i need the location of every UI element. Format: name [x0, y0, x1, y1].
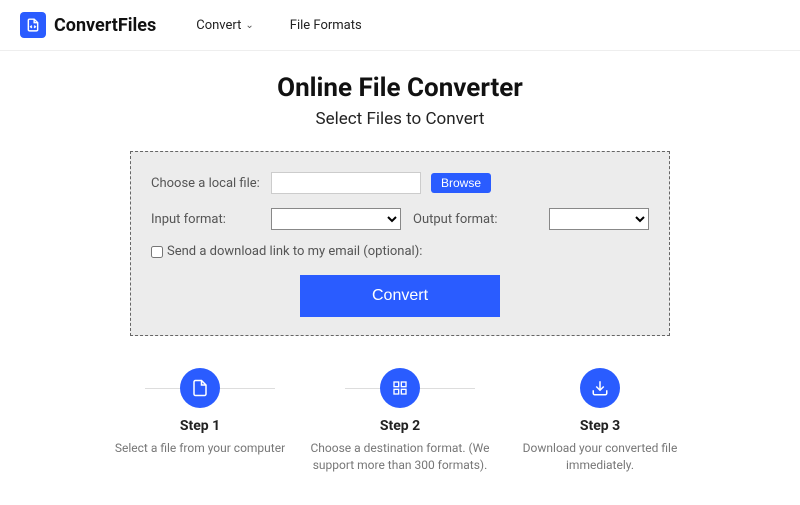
converter-form: Choose a local file: Browse Input format…	[130, 151, 670, 336]
email-row: Send a download link to my email (option…	[151, 244, 649, 259]
page-title: Online File Converter	[0, 73, 800, 103]
nav-formats-label: File Formats	[290, 18, 362, 33]
nav-file-formats[interactable]: File Formats	[290, 18, 362, 33]
browse-button[interactable]: Browse	[431, 173, 491, 193]
page-subtitle: Select Files to Convert	[0, 109, 800, 129]
email-checkbox[interactable]	[151, 246, 163, 258]
choose-file-label: Choose a local file:	[151, 176, 261, 191]
main-content: Online File Converter Select Files to Co…	[0, 51, 800, 474]
output-format-label: Output format:	[413, 212, 523, 227]
output-format-select[interactable]	[549, 208, 649, 230]
navbar: ConvertFiles Convert ⌄ File Formats	[0, 0, 800, 51]
nav-convert-label: Convert	[196, 18, 241, 33]
step-3-desc: Download your converted file immediately…	[510, 440, 690, 474]
convert-button[interactable]: Convert	[300, 275, 500, 317]
brand-name: ConvertFiles	[54, 15, 156, 36]
email-checkbox-label: Send a download link to my email (option…	[167, 244, 422, 259]
brand-logo[interactable]: ConvertFiles	[20, 12, 156, 38]
step-1-desc: Select a file from your computer	[110, 440, 290, 457]
steps-section: Step 1 Select a file from your computer …	[0, 368, 800, 474]
step-3: Step 3 Download your converted file imme…	[510, 368, 690, 474]
step-3-title: Step 3	[510, 418, 690, 434]
file-icon	[180, 368, 220, 408]
step-2-title: Step 2	[310, 418, 490, 434]
step-2: Step 2 Choose a destination format. (We …	[310, 368, 490, 474]
step-1-title: Step 1	[110, 418, 290, 434]
file-row: Choose a local file: Browse	[151, 172, 649, 194]
format-row: Input format: Output format:	[151, 208, 649, 230]
logo-icon	[20, 12, 46, 38]
file-input[interactable]	[271, 172, 421, 194]
step-2-desc: Choose a destination format. (We support…	[310, 440, 490, 474]
input-format-label: Input format:	[151, 212, 261, 227]
grid-icon	[380, 368, 420, 408]
chevron-down-icon: ⌄	[245, 20, 253, 31]
download-icon	[580, 368, 620, 408]
nav-convert[interactable]: Convert ⌄	[196, 18, 254, 33]
step-1: Step 1 Select a file from your computer	[110, 368, 290, 474]
input-format-select[interactable]	[271, 208, 401, 230]
nav-links: Convert ⌄ File Formats	[196, 18, 361, 33]
